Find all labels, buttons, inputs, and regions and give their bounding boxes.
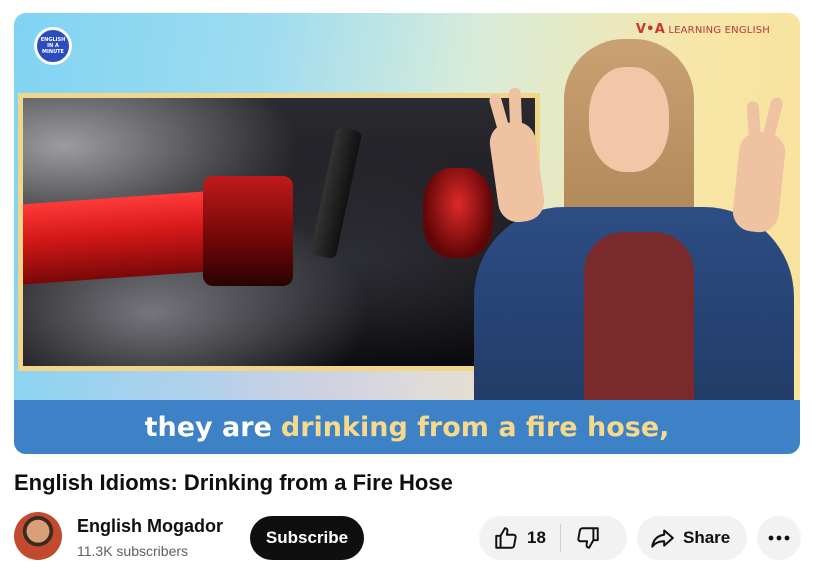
program-logo-badge: ENGLISH IN A MINUTE xyxy=(34,27,72,65)
share-label: Share xyxy=(683,528,731,547)
voa-watermark: V•A LEARNING ENGLISH xyxy=(636,22,770,37)
thumbs-up-icon xyxy=(493,525,519,551)
subscriber-count: 11.3K subscribers xyxy=(77,543,189,559)
thumbs-down-icon xyxy=(575,525,601,551)
red-hose-shape xyxy=(23,191,216,285)
voa-logo-mark: V•A xyxy=(635,22,665,37)
like-button[interactable]: 18 xyxy=(479,516,560,560)
channel-avatar[interactable] xyxy=(14,512,62,560)
peace-sign-right-hand xyxy=(730,96,788,235)
dislike-button[interactable] xyxy=(561,516,601,560)
video-player[interactable]: ENGLISH IN A MINUTE V•A LEARNING ENGLISH… xyxy=(14,13,800,454)
nozzle-shape xyxy=(203,176,293,286)
finger xyxy=(746,100,762,148)
presenter-face xyxy=(589,67,669,172)
program-logo-text: ENGLISH IN A MINUTE xyxy=(40,37,66,55)
valve-handle-shape xyxy=(309,126,363,260)
presenter-figure xyxy=(454,37,800,422)
caption-plain-text: they are xyxy=(144,411,272,443)
subscribe-button[interactable]: Subscribe xyxy=(250,516,364,560)
finger xyxy=(761,96,784,144)
share-arrow-icon xyxy=(649,525,675,551)
finger xyxy=(508,87,523,134)
presenter-shirt xyxy=(584,232,694,422)
more-actions-button[interactable] xyxy=(757,516,801,560)
caption-highlight-text: drinking from a fire hose, xyxy=(280,411,670,443)
like-dislike-group: 18 xyxy=(479,516,627,560)
more-horizontal-icon xyxy=(768,535,790,541)
voa-brand-text: LEARNING ENGLISH xyxy=(668,25,770,36)
channel-name-link[interactable]: English Mogador xyxy=(77,516,223,537)
like-count: 18 xyxy=(527,528,546,547)
video-title: English Idioms: Drinking from a Fire Hos… xyxy=(14,470,453,495)
video-caption-bar: they are drinking from a fire hose, xyxy=(14,400,800,454)
peace-sign-left-hand xyxy=(487,87,547,225)
share-button[interactable]: Share xyxy=(637,516,747,560)
